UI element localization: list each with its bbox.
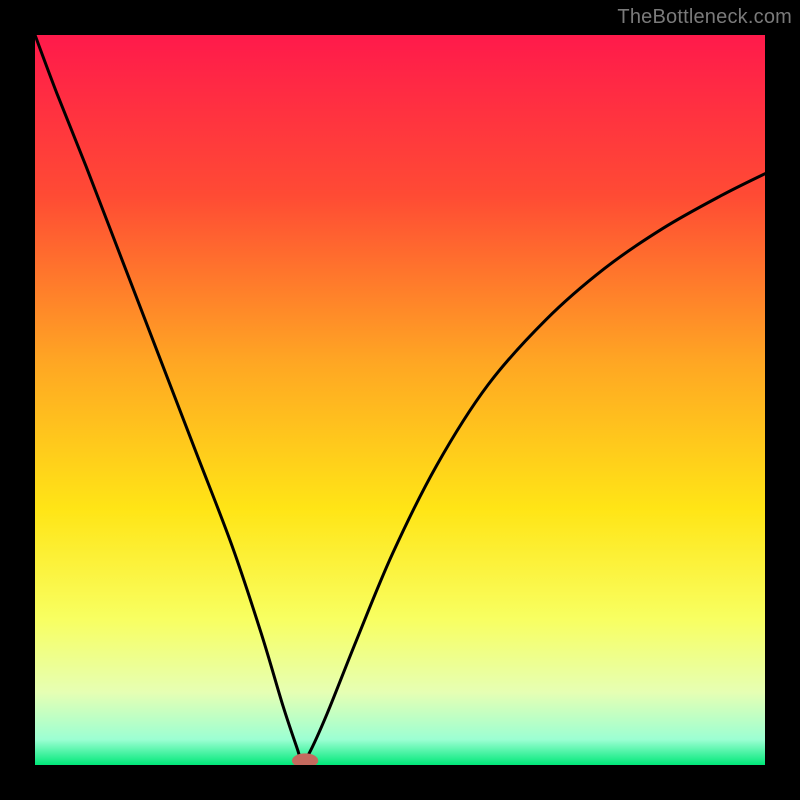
chart-svg xyxy=(35,35,765,765)
watermark-text: TheBottleneck.com xyxy=(617,6,792,29)
chart-background xyxy=(35,35,765,765)
chart-frame: TheBottleneck.com xyxy=(0,0,800,800)
chart-plot-area xyxy=(35,35,765,765)
